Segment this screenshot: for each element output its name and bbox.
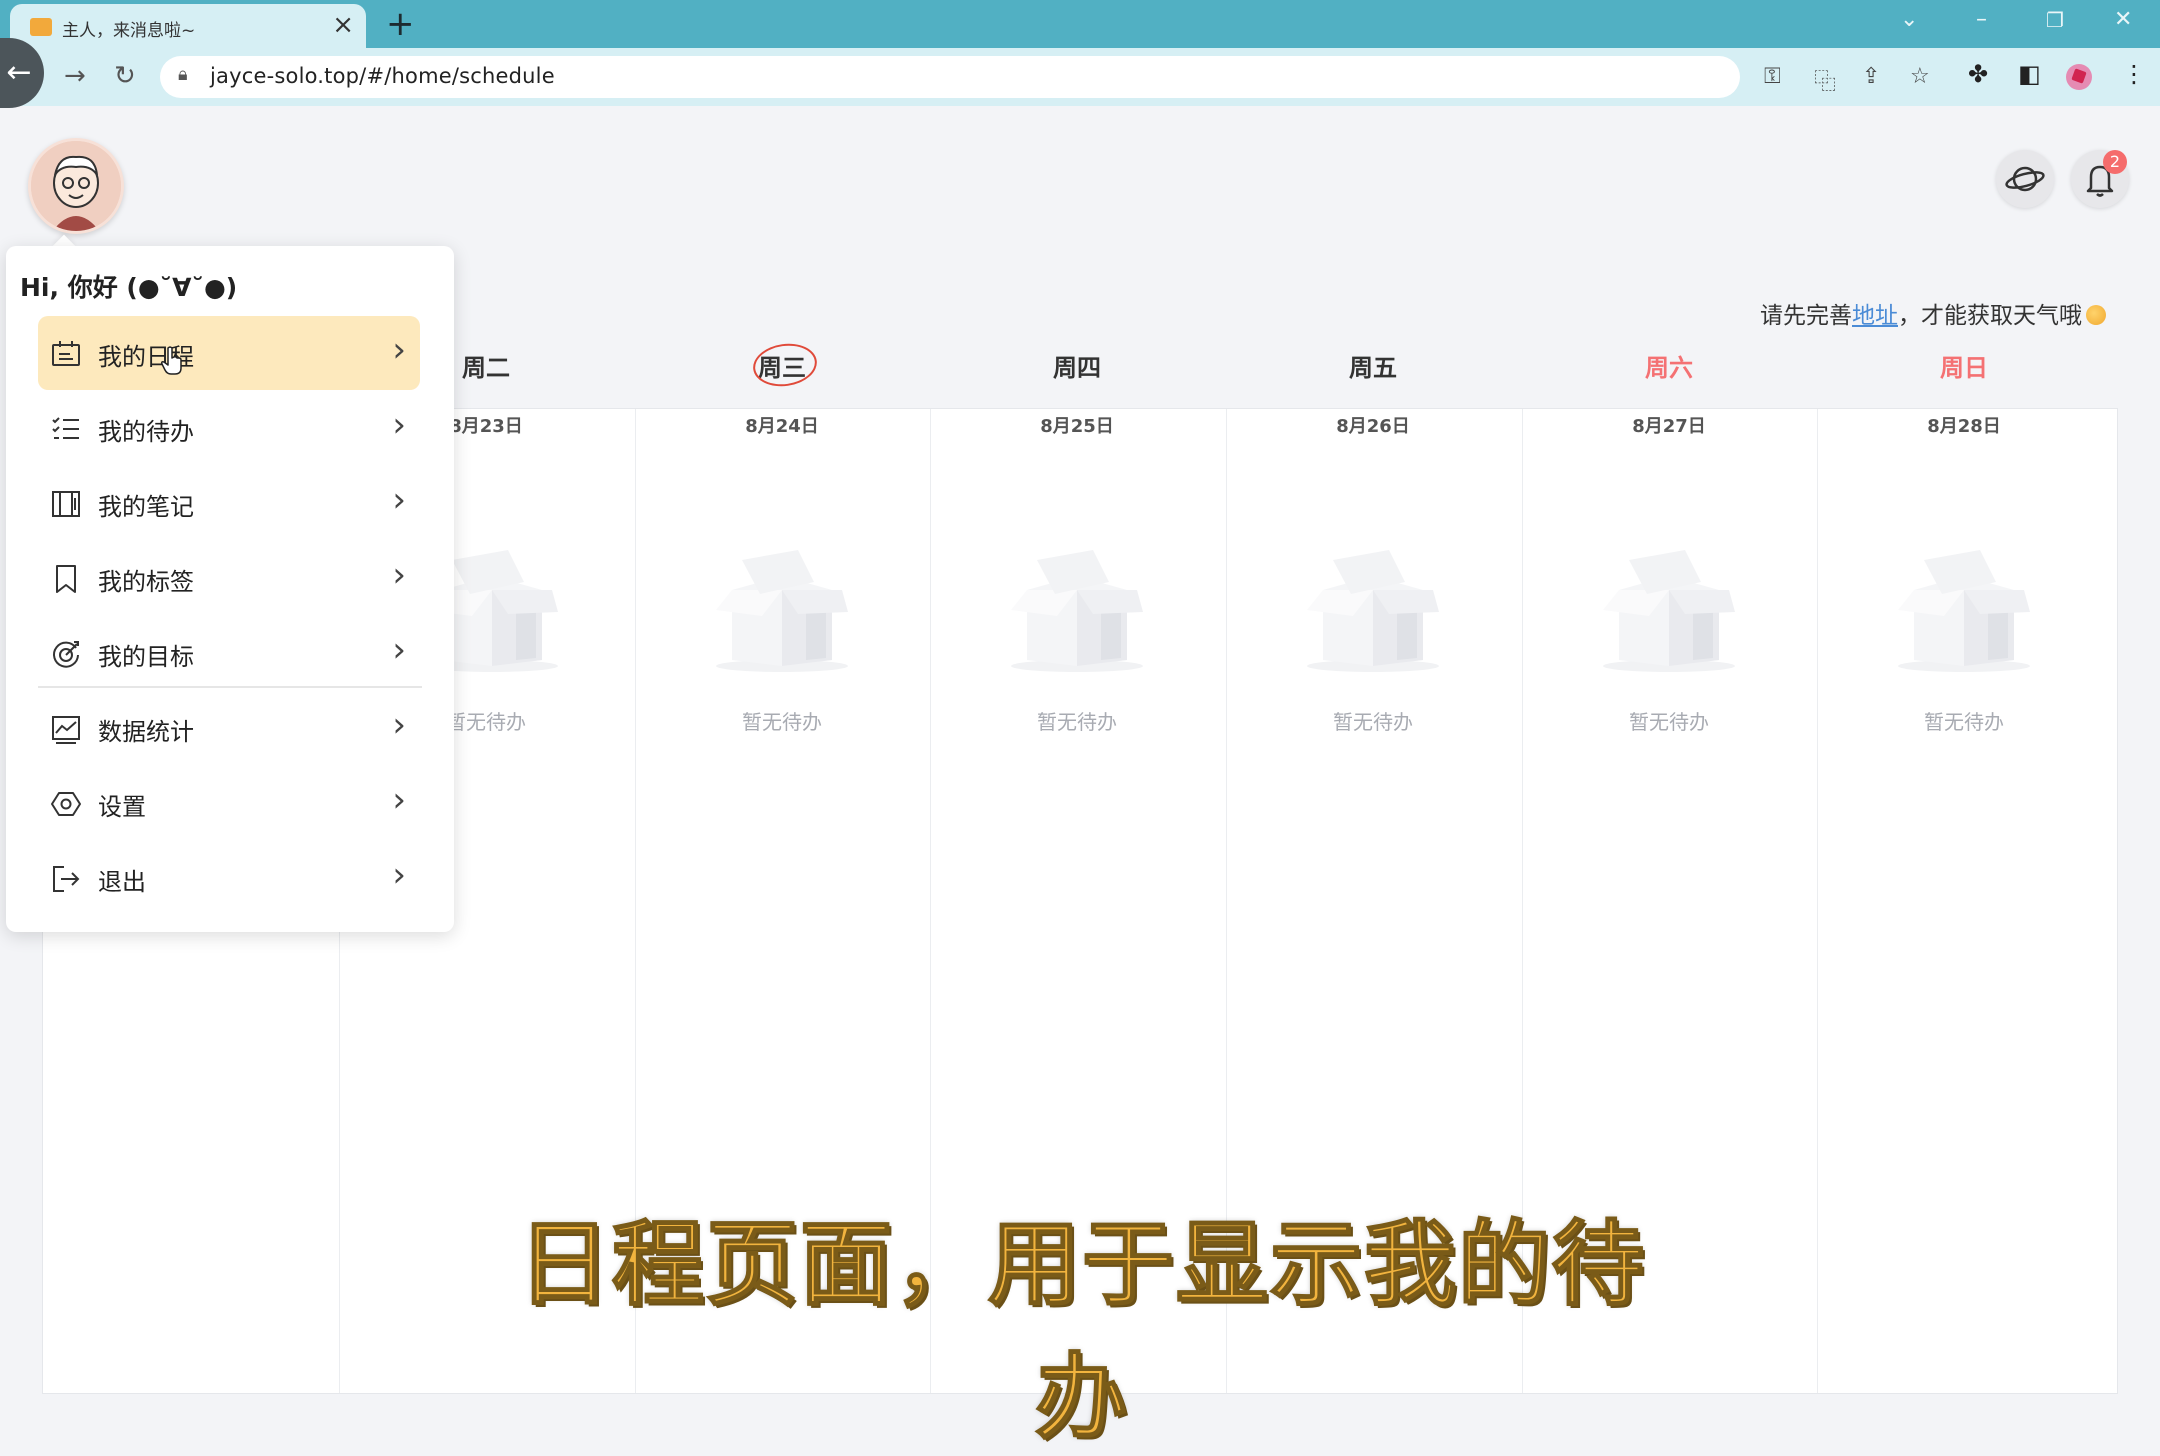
empty-box-icon — [1898, 550, 2030, 672]
forward-button[interactable]: → — [64, 60, 86, 92]
weather-prefix: 请先完善 — [1760, 303, 1852, 329]
browser-tab-strip: 主人，来消息啦~ × + ⌄ – ❐ ✕ — [0, 0, 2160, 50]
url-text[interactable]: jayce-solo.top/#/home/schedule — [210, 64, 555, 88]
target-icon — [53, 641, 79, 668]
planet-icon — [2005, 166, 2045, 192]
chevron-right-icon: › — [392, 330, 406, 370]
avatar-cartoon-icon — [31, 141, 121, 231]
browser-tab[interactable]: 主人，来消息啦~ × — [10, 4, 366, 50]
menu-item-label: 我的笔记 — [98, 493, 194, 521]
bookmark-icon — [56, 565, 76, 593]
menu-divider — [38, 686, 422, 688]
menu-item-label: 数据统计 — [98, 718, 194, 746]
date-label: 8月24日 — [745, 416, 819, 437]
notes-icon — [52, 491, 80, 517]
menu-item-settings[interactable]: 设置 › — [38, 766, 420, 840]
logout-icon — [53, 866, 80, 892]
menu-item-label: 我的标签 — [98, 568, 194, 596]
empty-box-icon — [1011, 550, 1143, 672]
favicon-icon — [30, 18, 52, 36]
chevron-right-icon: › — [392, 630, 406, 670]
empty-box-icon — [1603, 550, 1735, 672]
extension-icon[interactable] — [2066, 64, 2092, 90]
restore-button[interactable]: ❐ — [2046, 4, 2064, 36]
menu-item-statistics[interactable]: 数据统计 › — [38, 691, 420, 765]
tab-search-chevron-icon[interactable]: ⌄ — [1900, 4, 1918, 36]
empty-todo-text: 暂无待办 — [742, 710, 822, 734]
schedule-icon — [52, 341, 80, 366]
close-tab-icon[interactable]: × — [332, 10, 354, 40]
translate-icon[interactable]: ⿻ — [1814, 64, 1836, 96]
menu-item-label: 退出 — [98, 868, 146, 896]
mouse-cursor-icon — [161, 346, 182, 375]
day-header-fri: 周五 — [1349, 354, 1397, 382]
date-label: 8月26日 — [1336, 416, 1410, 437]
new-tab-button[interactable]: + — [386, 4, 415, 44]
day-header-sun: 周日 — [1940, 354, 1988, 382]
bookmark-star-icon[interactable]: ☆ — [1910, 64, 1930, 89]
menu-greeting: Hi, 你好 (●˘∀˘●) — [20, 273, 238, 302]
menu-item-label: 我的目标 — [98, 643, 194, 671]
empty-box-icon — [716, 550, 848, 672]
minimize-button[interactable]: – — [1976, 4, 1987, 36]
day-header-thu: 周四 — [1053, 354, 1101, 382]
reload-button[interactable]: ↻ — [114, 60, 136, 92]
date-label: 8月28日 — [1927, 416, 2001, 437]
close-window-button[interactable]: ✕ — [2114, 4, 2132, 36]
empty-todo-text: 暂无待办 — [1924, 710, 2004, 734]
video-subtitle: 日程页面，用于显示我的待办 — [517, 1210, 1646, 1452]
notification-badge: 2 — [2103, 150, 2127, 174]
weather-suffix: ，才能获取天气哦 — [1898, 303, 2082, 329]
chevron-right-icon: › — [392, 855, 406, 895]
chevron-right-icon: › — [392, 405, 406, 445]
chart-icon — [52, 716, 80, 744]
menu-item-todo[interactable]: 我的待办 › — [38, 391, 420, 465]
menu-item-goals[interactable]: 我的目标 › — [38, 616, 420, 690]
settings-icon — [51, 792, 81, 816]
weather-sun-icon — [2086, 305, 2106, 325]
menu-item-logout[interactable]: 退出 › — [38, 841, 420, 915]
chevron-right-icon: › — [392, 705, 406, 745]
weather-prompt: 请先完善地址，才能获取天气哦 — [1760, 296, 2106, 330]
menu-item-schedule[interactable]: 我的日程 › — [38, 316, 420, 390]
column-divider — [1817, 409, 1818, 1393]
empty-todo-text: 暂无待办 — [1629, 710, 1709, 734]
menu-item-label: 设置 — [98, 793, 146, 821]
menu-item-tags[interactable]: 我的标签 › — [38, 541, 420, 615]
empty-todo-text: 暂无待办 — [1333, 710, 1413, 734]
todo-list-icon — [52, 417, 79, 439]
empty-box-icon — [1307, 550, 1439, 672]
menu-item-notes[interactable]: 我的笔记 › — [38, 466, 420, 540]
day-header-sat: 周六 — [1645, 354, 1693, 382]
lock-icon: 🔒︎ — [178, 64, 188, 85]
extensions-icon[interactable]: ✤ — [1968, 60, 1988, 88]
chevron-right-icon: › — [392, 555, 406, 595]
chevron-right-icon: › — [392, 480, 406, 520]
side-panel-icon[interactable]: ◧ — [2018, 60, 2041, 88]
address-link[interactable]: 地址 — [1852, 303, 1898, 329]
date-label: 8月27日 — [1632, 416, 1706, 437]
planet-theme-button[interactable] — [1996, 150, 2054, 208]
share-icon[interactable]: ⇪ — [1862, 64, 1880, 89]
browser-menu-icon[interactable]: ⋮ — [2122, 60, 2146, 88]
avatar[interactable] — [28, 138, 124, 234]
empty-todo-text: 暂无待办 — [1037, 710, 1117, 734]
chevron-right-icon: › — [392, 780, 406, 820]
key-icon[interactable]: ⚿ — [1764, 64, 1781, 89]
menu-item-label: 我的待办 — [98, 418, 194, 446]
date-label: 8月25日 — [1040, 416, 1114, 437]
address-bar[interactable]: 🔒︎ jayce-solo.top/#/home/schedule ⚿ ⿻ ⇪ … — [160, 56, 1930, 98]
tab-title: 主人，来消息啦~ — [62, 21, 196, 41]
